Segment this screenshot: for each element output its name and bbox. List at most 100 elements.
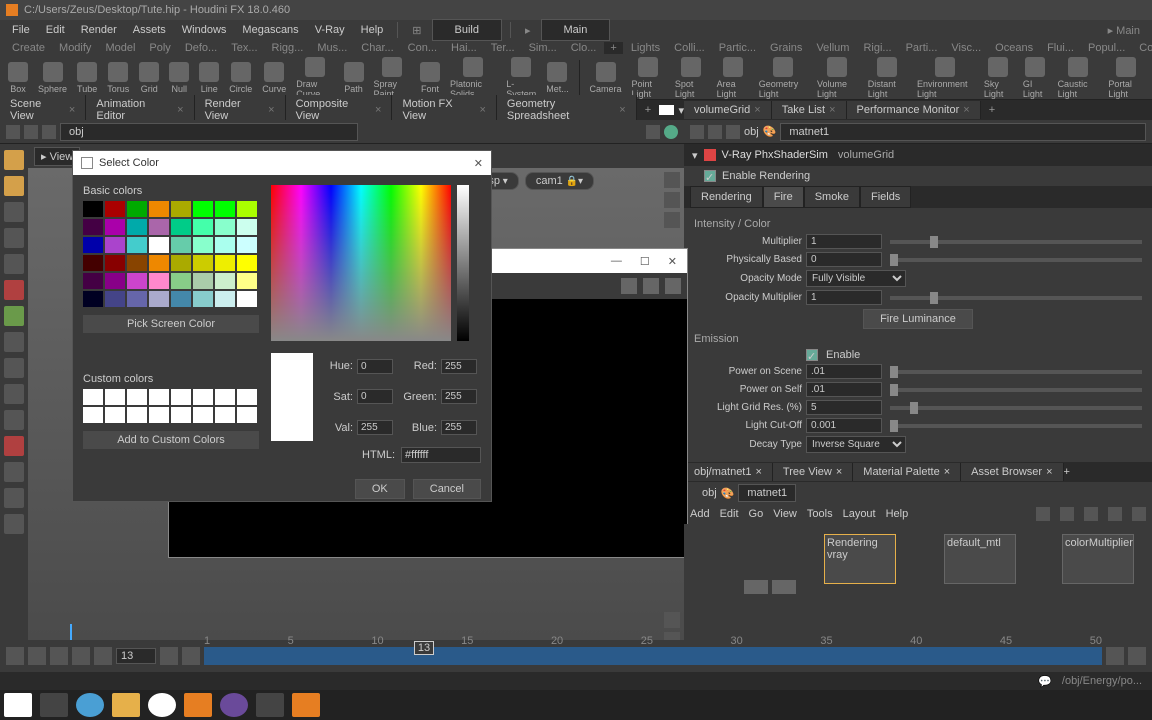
swatch[interactable] — [171, 237, 191, 253]
back-icon[interactable] — [6, 125, 20, 139]
swatch[interactable] — [237, 255, 257, 271]
path-field[interactable]: matnet1 — [780, 123, 1146, 141]
close-icon[interactable]: ✕ — [668, 255, 677, 268]
swatch[interactable] — [83, 201, 103, 217]
globe-icon[interactable] — [664, 125, 678, 139]
swatch[interactable] — [171, 219, 191, 235]
tab-fields[interactable]: Fields — [860, 186, 911, 208]
menu-windows[interactable]: Windows — [176, 22, 233, 38]
swatch[interactable] — [171, 291, 191, 307]
hue-input[interactable] — [357, 359, 393, 374]
tab-perfmon[interactable]: Performance Monitor× — [847, 101, 981, 119]
shelf-point-light[interactable]: Point Light — [632, 57, 665, 99]
shelf-box[interactable]: Box — [8, 62, 28, 94]
home-icon[interactable] — [726, 125, 740, 139]
swatch[interactable] — [105, 255, 125, 271]
desktop-dropdown[interactable]: Build — [432, 19, 502, 41]
shelf-l-system[interactable]: L-System — [506, 57, 536, 99]
swatch[interactable] — [127, 219, 147, 235]
playhead[interactable]: 13 — [414, 641, 434, 655]
opt-btn[interactable] — [643, 278, 659, 294]
tool-e[interactable] — [4, 384, 24, 404]
shelf-draw-curve[interactable]: Draw Curve — [296, 57, 333, 99]
swatch[interactable] — [149, 219, 169, 235]
custom-swatch[interactable] — [127, 389, 147, 405]
tool-a[interactable] — [4, 280, 24, 300]
swatch[interactable] — [193, 237, 213, 253]
shelf-spray-paint[interactable]: Spray Paint — [374, 57, 410, 99]
color-gradient[interactable] — [271, 185, 451, 341]
swatch[interactable] — [149, 201, 169, 217]
tab-smoke[interactable]: Smoke — [804, 186, 860, 208]
swatch[interactable] — [237, 219, 257, 235]
taskview-button[interactable] — [40, 693, 68, 717]
shelf-camera[interactable]: Camera — [590, 62, 622, 94]
loop-btn[interactable] — [1106, 647, 1124, 665]
swatch[interactable] — [105, 237, 125, 253]
custom-swatch[interactable] — [237, 389, 257, 405]
shelf-portal-light[interactable]: Portal Light — [1108, 57, 1144, 99]
next-frame-btn[interactable] — [72, 647, 90, 665]
node-rendering[interactable]: Rendering vray — [824, 534, 896, 584]
cam-btn[interactable]: cam1 🔒▾ — [525, 172, 594, 190]
tool-g[interactable] — [4, 436, 24, 456]
tool-b[interactable] — [4, 306, 24, 326]
save-btn[interactable] — [621, 278, 637, 294]
swatch[interactable] — [83, 219, 103, 235]
shelf-spot-light[interactable]: Spot Light — [675, 57, 707, 99]
swatch[interactable] — [193, 255, 213, 271]
maximize-icon[interactable]: ☐ — [640, 255, 650, 268]
phys-input[interactable] — [806, 252, 882, 267]
custom-swatch[interactable] — [83, 407, 103, 423]
swatch[interactable] — [105, 219, 125, 235]
frame-input[interactable] — [116, 648, 156, 664]
opmult-slider[interactable] — [890, 296, 1142, 300]
minimize-icon[interactable]: — — [611, 255, 622, 267]
swatch[interactable] — [171, 255, 191, 271]
swatch[interactable] — [215, 219, 235, 235]
pane-icon[interactable] — [659, 105, 674, 115]
shelf-circle[interactable]: Circle — [229, 62, 252, 94]
shelf-environment-light[interactable]: Environment Light — [917, 57, 974, 99]
opmult-input[interactable] — [806, 290, 882, 305]
swatch[interactable] — [127, 273, 147, 289]
swatch[interactable] — [105, 273, 125, 289]
menu-render[interactable]: Render — [75, 22, 123, 38]
swatch[interactable] — [83, 237, 103, 253]
node-colormult[interactable]: colorMultiplier — [1062, 534, 1134, 584]
swatch[interactable] — [193, 291, 213, 307]
swatch[interactable] — [215, 201, 235, 217]
swatch[interactable] — [237, 291, 257, 307]
houdini2-icon[interactable] — [292, 693, 320, 717]
swatch[interactable] — [193, 201, 213, 217]
custom-swatch[interactable] — [149, 389, 169, 405]
app2-icon[interactable] — [256, 693, 284, 717]
swatch[interactable] — [83, 255, 103, 271]
rtool-b[interactable] — [664, 192, 680, 208]
add-tab[interactable]: + — [637, 101, 659, 119]
home-icon[interactable] — [42, 125, 56, 139]
custom-swatch[interactable] — [237, 407, 257, 423]
nettab-matpal[interactable]: Material Palette× — [853, 463, 961, 481]
nettab-asset[interactable]: Asset Browser× — [961, 463, 1063, 481]
chrome-icon[interactable] — [148, 693, 176, 717]
enable-rendering-checkbox[interactable]: ✓ — [704, 170, 716, 182]
tab-fire[interactable]: Fire — [763, 186, 804, 208]
swatch[interactable] — [215, 255, 235, 271]
select-tool[interactable] — [4, 150, 24, 170]
swatch[interactable] — [127, 237, 147, 253]
shelf-caustic-light[interactable]: Caustic Light — [1058, 57, 1099, 99]
custom-swatch[interactable] — [193, 389, 213, 405]
prev-frame-btn[interactable] — [28, 647, 46, 665]
shelf-gi-light[interactable]: GI Light — [1023, 57, 1048, 99]
tool-j[interactable] — [4, 514, 24, 534]
add-tab-right[interactable]: + — [981, 101, 1003, 119]
swatch[interactable] — [105, 291, 125, 307]
swatch[interactable] — [149, 255, 169, 271]
edge-icon[interactable] — [76, 693, 104, 717]
cancel-button[interactable]: Cancel — [413, 479, 481, 499]
swatch[interactable] — [171, 201, 191, 217]
shelf-geometry-light[interactable]: Geometry Light — [759, 57, 807, 99]
swatch[interactable] — [193, 273, 213, 289]
shelf-sky-light[interactable]: Sky Light — [984, 57, 1013, 99]
